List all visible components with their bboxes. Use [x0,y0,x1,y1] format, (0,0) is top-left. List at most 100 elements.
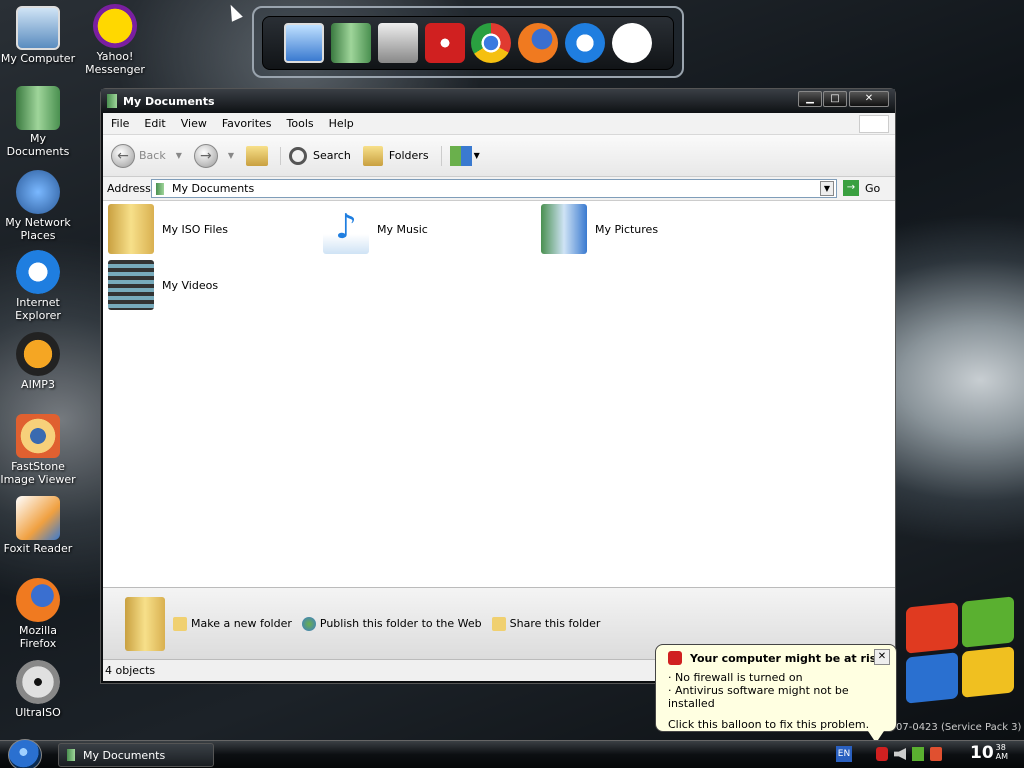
firefox-icon[interactable] [518,23,559,63]
documents-icon[interactable] [331,23,372,63]
desktop-icon-label: Internet Explorer [15,296,61,322]
printer-icon[interactable] [377,23,418,63]
toolbar: ← Back ▼ → ▼ Search Folders ▼ [103,135,895,177]
desktop-icon-my-documents[interactable]: My Documents [0,86,76,158]
window-title: My Documents [123,94,215,108]
folder-my-videos[interactable]: My Videos [108,260,218,310]
yahoo-icon [93,4,137,48]
folder-my-pictures[interactable]: My Pictures [541,204,658,254]
taskbar-task-my-documents[interactable]: My Documents [58,743,214,767]
ie-icon[interactable] [564,23,605,63]
desktop-icon-aimp[interactable]: AIMP3 [0,332,76,391]
tray-volume-icon[interactable] [894,748,906,760]
forward-button[interactable]: → ▼ [193,143,234,168]
desktop-icon-label: Foxit Reader [3,542,73,555]
desktop-icon-yahoo[interactable]: Yahoo! Messenger [77,4,153,76]
tray-shield-icon[interactable] [930,747,942,761]
clock-hour: 10 [970,743,994,763]
desktop-icon-faststone[interactable]: FastStone Image Viewer [0,414,76,486]
chevron-down-icon[interactable]: ▼ [176,151,182,160]
balloon-line: No firewall is turned on [675,671,803,684]
views-button[interactable]: ▼ [440,145,480,166]
desktop-icon-network[interactable]: My Network Places [0,170,76,242]
dock [252,6,684,78]
ie-icon [16,250,60,294]
desktop-icon-my-computer[interactable]: My Computer [0,6,76,65]
file-view [103,201,895,587]
balloon-close-button[interactable]: ✕ [874,649,890,665]
mouse-cursor-icon [225,2,243,22]
network-icon [16,170,60,214]
minimize-button[interactable]: ▁ [798,91,822,107]
folders-button[interactable]: Folders [362,145,429,166]
maximize-button[interactable]: □ [823,91,847,107]
new-folder-icon [173,616,187,631]
make-new-folder-link[interactable]: Make a new folder [173,616,292,631]
desktop-icon-label: AIMP3 [21,378,55,391]
share-folder-link[interactable]: Share this folder [491,616,600,631]
chevron-down-icon[interactable]: ▼ [228,151,234,160]
search-button[interactable]: Search [280,146,351,165]
taskbar: My Documents EN 10 38 AM [0,739,1024,768]
menu-file[interactable]: File [111,117,129,130]
tray-network-icon[interactable] [912,747,924,761]
desktop-icon-label: My Network Places [5,216,71,242]
desktop-icon-label: UltraISO [15,706,61,719]
pictures-icon [541,204,587,254]
monitor-icon[interactable] [284,23,325,63]
clock-ampm: AM [995,752,1009,761]
clock[interactable]: 10 38 AM [970,743,1008,763]
watermark-text: 07-0423 (Service Pack 3) [896,722,1022,733]
window-titlebar[interactable]: My Documents ▁ □ ✕ [101,89,895,113]
clock-icon[interactable] [611,23,652,63]
task-label: Make a new folder [191,617,292,630]
address-input[interactable]: My Documents ▼ [151,179,837,198]
address-dropdown-button[interactable]: ▼ [820,181,834,196]
faststone-icon [16,414,60,458]
menu-help[interactable]: Help [329,117,354,130]
up-folder-button[interactable] [246,145,269,166]
ultraiso-icon [16,660,60,704]
publish-folder-link[interactable]: Publish this folder to the Web [301,616,482,631]
menu-view[interactable]: View [181,117,207,130]
desktop-icon-foxit[interactable]: Foxit Reader [0,496,76,555]
folder-my-music[interactable]: ♪ My Music [323,204,428,254]
up-folder-icon [246,145,269,166]
start-button[interactable] [8,739,42,768]
foxit-icon [16,496,60,540]
menu-tools[interactable]: Tools [287,117,314,130]
dock-tray [262,16,674,70]
desktop-icon-ultraiso[interactable]: UltraISO [0,660,76,719]
go-button[interactable]: → Go [843,180,880,196]
desktop-icon-label: FastStone Image Viewer [0,460,76,486]
forward-arrow-icon: → [193,143,218,168]
videos-icon [108,260,154,310]
shield-warning-icon [668,651,682,665]
balloon-title: Your computer might be at risk [690,651,884,665]
views-icon [449,145,472,166]
desktop-icon-firefox[interactable]: Mozilla Firefox [0,578,76,650]
back-button[interactable]: ← Back ▼ [111,143,182,168]
close-button[interactable]: ✕ [849,91,889,107]
computer-icon [16,6,60,50]
menu-bar: File Edit View Favorites Tools Help [103,113,895,135]
desktop-icon-label: Yahoo! Messenger [85,50,145,76]
back-label: Back [139,149,166,162]
music-icon: ♪ [323,204,369,254]
folder-my-iso-files[interactable]: My ISO Files [108,204,228,254]
desktop-icon-ie[interactable]: Internet Explorer [0,250,76,322]
aimp-icon [16,332,60,376]
tray-security-icon[interactable] [876,747,888,761]
folders-icon [362,145,383,166]
desktop-icon-label: My Computer [0,52,76,65]
menu-favorites[interactable]: Favorites [222,117,272,130]
folder-small-icon [67,749,75,761]
go-arrow-icon: → [843,180,859,196]
folder-small-icon [156,182,164,195]
security-balloon[interactable]: Your computer might be at risk ✕ · No fi… [655,644,897,732]
chrome-icon[interactable] [471,23,512,63]
task-label: Publish this folder to the Web [319,617,482,630]
language-indicator[interactable]: EN [836,746,852,762]
menu-edit[interactable]: Edit [144,117,165,130]
recycle-bin-icon[interactable] [424,23,465,63]
